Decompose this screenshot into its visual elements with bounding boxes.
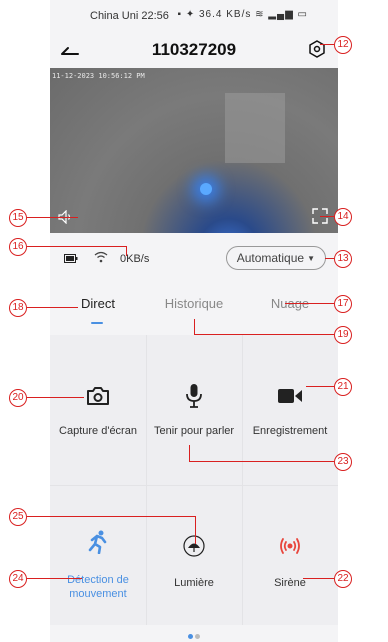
leader-line bbox=[27, 246, 127, 247]
siren-icon bbox=[280, 538, 300, 554]
leader-line bbox=[285, 303, 334, 304]
leader-line bbox=[27, 307, 78, 308]
leader-line bbox=[27, 578, 82, 579]
video-camera-icon bbox=[278, 389, 302, 403]
status-indicators: ▪ ✦ 36.4 KB/s ≋ ▂▄▆ ▭ bbox=[177, 9, 308, 20]
leader-line bbox=[194, 319, 195, 334]
callout-22: 22 bbox=[334, 570, 352, 588]
leader-line bbox=[325, 258, 334, 259]
leader-line bbox=[320, 44, 334, 45]
record-label: Enregistrement bbox=[252, 425, 328, 437]
action-grid: Capture d'écran Tenir pour parler Enregi… bbox=[50, 335, 338, 625]
siren-button[interactable]: Sirène bbox=[242, 535, 338, 590]
mode-dropdown-value: Automatique bbox=[236, 251, 305, 265]
callout-18: 18 bbox=[9, 299, 27, 317]
callout-20: 20 bbox=[9, 389, 27, 407]
video-timestamp: 11-12-2023 10:56:12 PM bbox=[52, 72, 145, 80]
video-light-glow bbox=[200, 183, 212, 195]
connection-info-row: 0KB/s Automatique ▼ bbox=[50, 244, 338, 274]
status-carrier: China Uni 22:56 bbox=[90, 10, 169, 22]
caret-down-icon: ▼ bbox=[307, 254, 315, 263]
mode-dropdown[interactable]: Automatique ▼ bbox=[225, 246, 326, 270]
callout-12: 12 bbox=[334, 36, 352, 54]
callout-15: 15 bbox=[9, 209, 27, 227]
callout-19: 19 bbox=[334, 326, 352, 344]
talk-label: Tenir pour parler bbox=[153, 425, 235, 437]
leader-line bbox=[306, 386, 334, 387]
light-label: Lumière bbox=[174, 577, 214, 589]
talk-button[interactable]: Tenir pour parler bbox=[146, 383, 242, 438]
battery-icon bbox=[64, 254, 78, 263]
settings-icon[interactable] bbox=[308, 40, 326, 58]
light-button[interactable]: Lumière bbox=[146, 535, 242, 590]
nav-bar: 110327209 bbox=[50, 32, 338, 68]
leader-line bbox=[27, 397, 84, 398]
callout-17: 17 bbox=[334, 295, 352, 313]
data-speed: 0KB/s bbox=[120, 253, 150, 265]
wifi-icon bbox=[94, 251, 108, 263]
lamp-icon bbox=[183, 535, 205, 557]
leader-line bbox=[126, 246, 127, 256]
leader-line bbox=[320, 216, 334, 217]
page-dot-active bbox=[188, 634, 193, 639]
leader-line bbox=[303, 578, 334, 579]
record-button[interactable]: Enregistrement bbox=[242, 387, 338, 438]
leader-line bbox=[194, 334, 334, 335]
microphone-icon bbox=[186, 384, 202, 408]
leader-line bbox=[27, 516, 195, 517]
running-person-icon bbox=[88, 530, 107, 555]
callout-14: 14 bbox=[334, 208, 352, 226]
callout-13: 13 bbox=[334, 250, 352, 268]
status-bar: China Uni 22:56 ▪ ✦ 36.4 KB/s ≋ ▂▄▆ ▭ bbox=[50, 0, 338, 32]
leader-line bbox=[189, 461, 334, 462]
screenshot-label: Capture d'écran bbox=[59, 425, 137, 437]
tab-direct[interactable]: Direct bbox=[50, 296, 146, 311]
video-window-shape bbox=[225, 93, 285, 163]
callout-16: 16 bbox=[9, 238, 27, 256]
camera-icon bbox=[87, 387, 109, 405]
leader-line bbox=[195, 516, 196, 544]
screenshot-button[interactable]: Capture d'écran bbox=[50, 385, 146, 438]
callout-21: 21 bbox=[334, 378, 352, 396]
page-dot bbox=[195, 634, 200, 639]
page-title: 110327209 bbox=[151, 40, 237, 59]
callout-24: 24 bbox=[9, 570, 27, 588]
grid-divider bbox=[50, 485, 338, 486]
leader-line bbox=[189, 445, 190, 461]
leader-line bbox=[27, 217, 78, 218]
motion-detection-button[interactable]: Détection de mouvement bbox=[50, 530, 146, 601]
active-tab-indicator bbox=[91, 322, 103, 324]
live-video-feed[interactable]: 11-12-2023 10:56:12 PM bbox=[50, 68, 338, 233]
page-indicator bbox=[188, 626, 202, 642]
tab-historique[interactable]: Historique bbox=[146, 296, 242, 311]
callout-23: 23 bbox=[334, 453, 352, 471]
callout-25: 25 bbox=[9, 508, 27, 526]
